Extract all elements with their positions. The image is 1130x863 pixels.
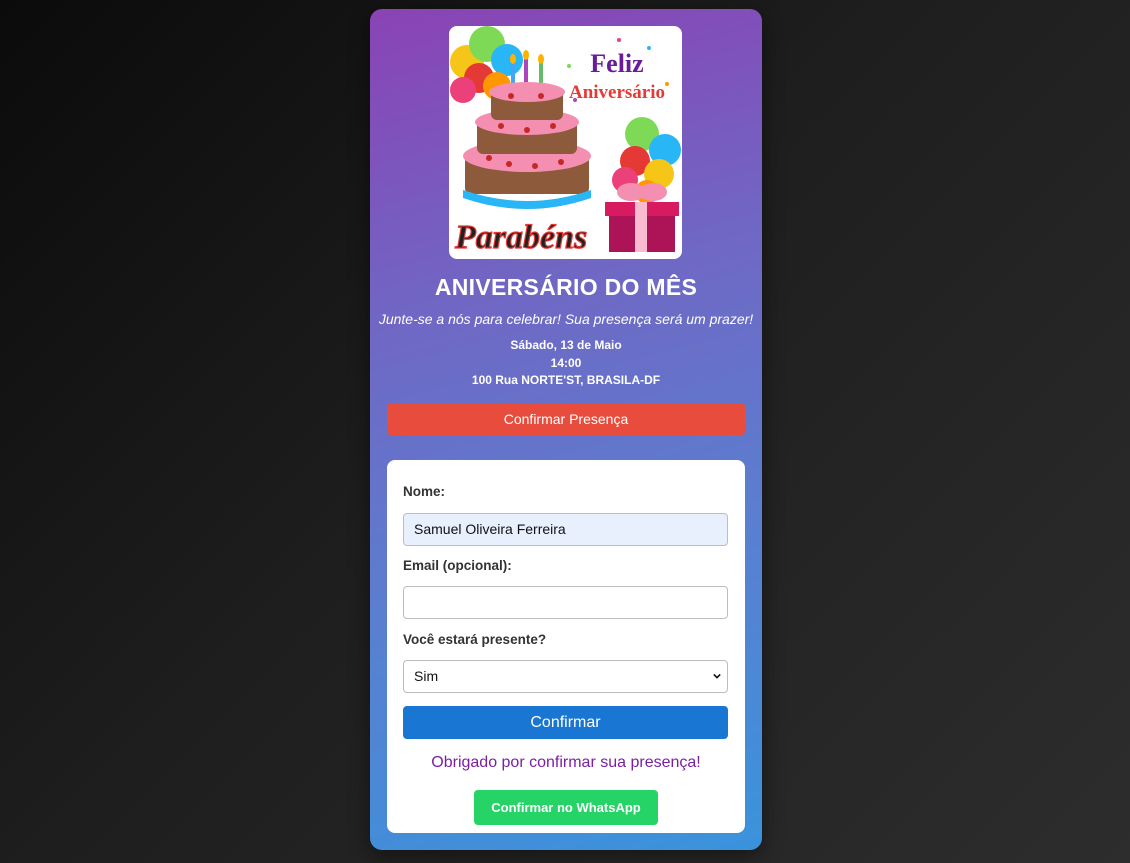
event-date: Sábado, 13 de Maio: [510, 338, 622, 352]
attendance-selected-value: Sim: [414, 668, 439, 684]
event-title: ANIVERSÁRIO DO MÊS: [434, 274, 698, 300]
invitation-card: Feliz Aniversário Parabéns ANIVERSÁRIO D…: [370, 9, 762, 850]
birthday-image: Feliz Aniversário Parabéns: [449, 26, 682, 259]
event-time: 14:00: [550, 355, 582, 370]
birthday-illustration: Feliz Aniversário Parabéns: [450, 26, 681, 257]
name-label: Nome:: [403, 484, 446, 499]
email-label: Email (opcional):: [403, 558, 512, 573]
aniversario-text: Aniversário: [569, 82, 665, 103]
parabens-text: Parabéns: [454, 219, 587, 256]
feliz-text: Feliz: [590, 49, 643, 78]
event-details: Sábado, 13 de Maio 14:00 100 Rua NORTE'S…: [370, 337, 762, 390]
email-input[interactable]: [403, 586, 728, 619]
event-subtitle: Junte-se a nós para celebrar! Sua presen…: [378, 311, 754, 327]
whatsapp-confirm-button[interactable]: Confirmar no WhatsApp: [474, 790, 658, 825]
chevron-down-icon: [713, 673, 721, 679]
event-address: 100 Rua NORTE'ST, BRASILA-DF: [471, 373, 661, 387]
thanks-message: Obrigado por confirmar sua presença!: [431, 754, 701, 771]
attendance-select[interactable]: Sim: [403, 660, 728, 693]
attendance-label: Você estará presente?: [403, 632, 547, 647]
name-input[interactable]: Samuel Oliveira Ferreira: [403, 513, 728, 546]
confirm-presence-button[interactable]: Confirmar Presença: [387, 403, 745, 435]
rsvp-form: Nome: Samuel Oliveira Ferreira Email (op…: [387, 460, 745, 833]
gift-box-icon: [605, 183, 679, 252]
submit-button[interactable]: Confirmar: [403, 706, 728, 739]
